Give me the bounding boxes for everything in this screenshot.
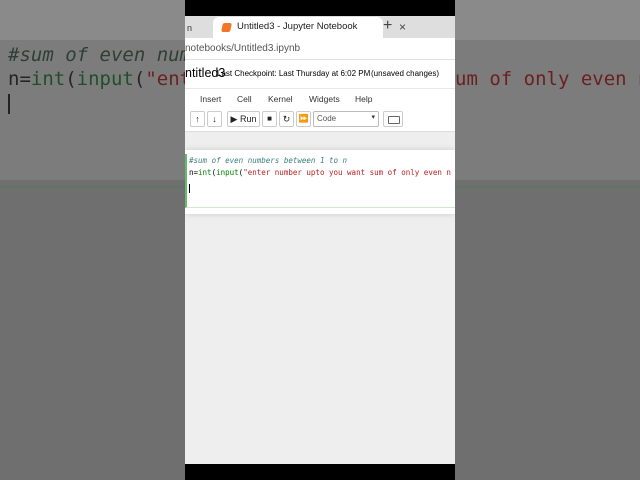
jupyter-icon xyxy=(221,23,232,32)
new-tab-icon[interactable]: + xyxy=(383,17,392,35)
toolbar: ↑ ↓ ▶ Run ■ ↻ ⏩ Code ▾ xyxy=(185,108,455,132)
checkpoint-status: Last Checkpoint: Last Thursday at 6:02 P… xyxy=(217,69,371,78)
restart-run-all-button[interactable]: ⏩ xyxy=(296,111,311,127)
address-bar[interactable]: notebooks/Untitled3.ipynb xyxy=(185,38,455,60)
notebook-page: #sum of even numbers between 1 to n n=in… xyxy=(185,150,455,214)
menu-kernel[interactable]: Kernel xyxy=(268,94,293,104)
tab-previous[interactable]: n xyxy=(185,19,213,38)
menu-cell[interactable]: Cell xyxy=(237,94,252,104)
keyboard-icon[interactable] xyxy=(383,111,403,127)
menu-help[interactable]: Help xyxy=(355,94,372,104)
url-text: notebooks/Untitled3.ipynb xyxy=(185,43,301,54)
chevron-down-icon: ▾ xyxy=(371,114,375,121)
cell-type-value: Code xyxy=(317,114,337,123)
restart-button[interactable]: ↻ xyxy=(279,111,294,127)
tab-bar: n Untitled3 - Jupyter Notebook × + xyxy=(185,16,455,38)
bg-code-line: n=int(input("ent xyxy=(8,68,192,90)
unsaved-status: (unsaved changes) xyxy=(371,69,440,78)
code-comment-line: #sum of even numbers between 1 to n xyxy=(189,156,348,165)
code-cell[interactable]: #sum of even numbers between 1 to n n=in… xyxy=(185,154,455,208)
move-up-button[interactable]: ↑ xyxy=(190,111,205,127)
browser-window: n Untitled3 - Jupyter Notebook × + noteb… xyxy=(185,16,455,464)
run-button[interactable]: ▶ Run xyxy=(227,111,260,127)
video-frame: n Untitled3 - Jupyter Notebook × + noteb… xyxy=(185,0,455,480)
bg-right-code: um of only even n xyxy=(455,68,640,90)
cell-type-select[interactable]: Code ▾ xyxy=(313,111,379,127)
tab-jupyter[interactable]: Untitled3 - Jupyter Notebook × xyxy=(213,17,406,38)
tab-title: Untitled3 - Jupyter Notebook xyxy=(237,21,358,32)
close-icon[interactable]: × xyxy=(399,20,406,34)
text-cursor xyxy=(189,184,190,193)
move-down-button[interactable]: ↓ xyxy=(207,111,222,127)
notebook-header: ntitled3 Last Checkpoint: Last Thursday … xyxy=(185,60,455,88)
bg-cursor xyxy=(8,94,10,114)
menu-widgets[interactable]: Widgets xyxy=(309,94,340,104)
code-input-line: n=int(input("enter number upto you want … xyxy=(189,168,451,177)
notebook-body: #sum of even numbers between 1 to n n=in… xyxy=(185,142,455,464)
menu-bar: Insert Cell Kernel Widgets Help xyxy=(185,88,455,108)
bg-comment-line: #sum of even numb xyxy=(8,44,203,66)
interrupt-button[interactable]: ■ xyxy=(262,111,277,127)
menu-insert[interactable]: Insert xyxy=(200,94,221,104)
